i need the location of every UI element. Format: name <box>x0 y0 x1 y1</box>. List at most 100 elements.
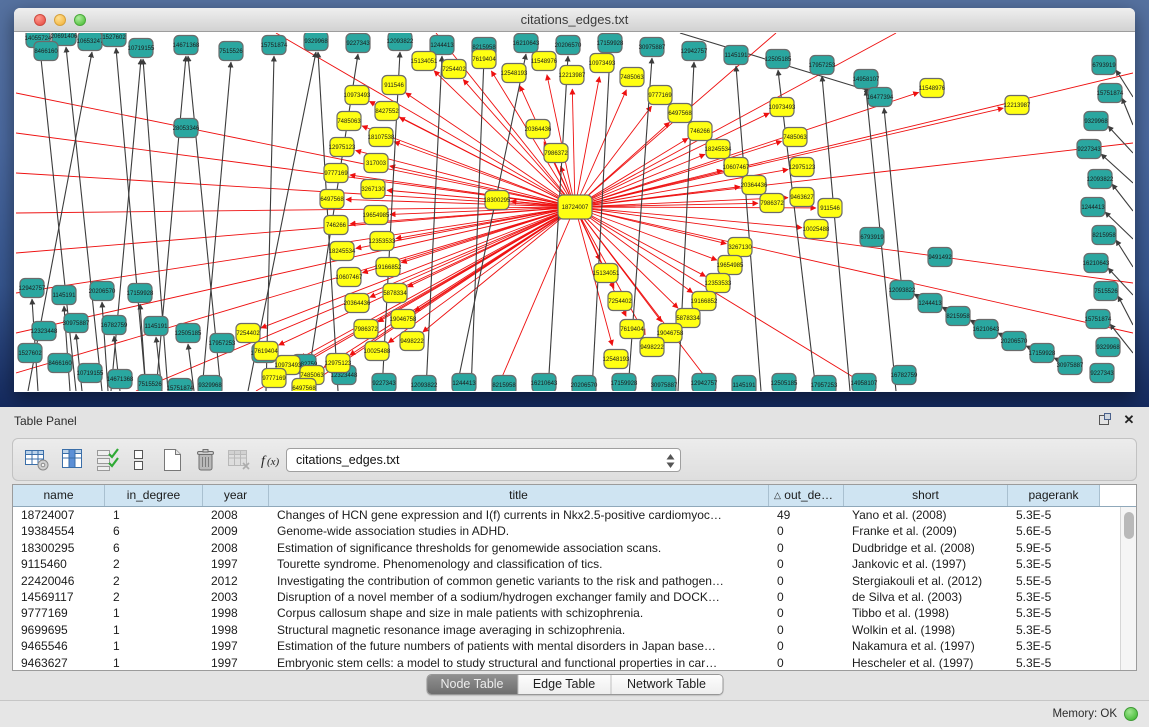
table-selector-value: citations_edges.txt <box>296 453 400 467</box>
close-panel-icon[interactable]: ✕ <box>1121 412 1137 428</box>
graph-node-label: 1145191 <box>53 293 77 299</box>
row-select-icon[interactable] <box>95 447 123 473</box>
float-panel-icon[interactable] <box>1097 412 1113 428</box>
graph-node-label: 20364436 <box>525 127 552 133</box>
graph-node-label: 5878334 <box>676 316 700 322</box>
sort-ascending-icon: △ <box>774 490 781 500</box>
table-settings-icon[interactable] <box>23 447 51 473</box>
table-body: 1872400712008Changes of HCN gene express… <box>13 507 1136 671</box>
table-row[interactable]: 1938455462009Genome-wide association stu… <box>13 523 1136 539</box>
graph-node-label: 9777169 <box>324 171 348 177</box>
graph-node-label: 9329968 <box>198 383 222 389</box>
graph-node-label: 20691406 <box>51 34 78 40</box>
graph-node-label: 15134051 <box>593 271 620 277</box>
graph-node-label: 12213987 <box>1004 103 1031 109</box>
graph-edge-black <box>266 56 274 391</box>
table-row[interactable]: 946362711997Embryonic stem cells: a mode… <box>13 655 1136 671</box>
column-header-name[interactable]: name <box>13 485 105 506</box>
graph-node-label: 12323448 <box>31 329 58 335</box>
cell-name: 22420046 <box>13 573 105 589</box>
column-header-pagerank[interactable]: pagerank <box>1008 485 1100 506</box>
table-row[interactable]: 969969511998Structural magnetic resonanc… <box>13 622 1136 638</box>
cell-short: de Silva et al. (2003) <box>844 589 1008 605</box>
graph-node-label: 12093822 <box>889 288 916 294</box>
graph-node-label: 8215958 <box>492 383 516 389</box>
graph-edge-red <box>572 89 575 207</box>
delete-table-icon[interactable] <box>193 447 221 473</box>
graph-node-label: 16782759 <box>101 323 128 329</box>
import-table-icon[interactable] <box>225 447 253 473</box>
cell-short: Yano et al. (2008) <box>844 507 1008 523</box>
graph-node-label: 317003 <box>366 161 387 167</box>
memory-ok-icon[interactable] <box>1124 707 1138 721</box>
table-row[interactable]: 1830029562008Estimation of significance … <box>13 540 1136 556</box>
tab-edge-table[interactable]: Edge Table <box>518 675 611 694</box>
column-header-title[interactable]: title <box>269 485 769 506</box>
graph-node-label: 9777169 <box>262 376 286 382</box>
table-row[interactable]: 1872400712008Changes of HCN gene express… <box>13 507 1136 523</box>
cell-pagerank: 5.3E-5 <box>1008 622 1100 638</box>
table-row[interactable]: 2242004622012Investigating the contribut… <box>13 573 1136 589</box>
graph-node-label: 20206570 <box>555 43 582 49</box>
table-row[interactable]: 1456911722003Disruption of a novel membe… <box>13 589 1136 605</box>
window-titlebar[interactable]: citations_edges.txt <box>14 8 1135 32</box>
memory-status-label: Memory: OK <box>1052 708 1117 720</box>
cell-out_de: 0 <box>769 605 844 621</box>
column-header-short[interactable]: short <box>844 485 1008 506</box>
graph-edge-black <box>116 48 146 391</box>
new-table-icon[interactable] <box>159 447 187 473</box>
cell-year: 1998 <box>203 622 269 638</box>
cell-in_degree: 1 <box>105 507 203 523</box>
graph-node-label: 20206570 <box>89 289 116 295</box>
graph-node-label: 18724007 <box>562 205 589 211</box>
graph-node-label: 7986372 <box>354 327 378 333</box>
merge-rows-icon[interactable] <box>129 447 157 473</box>
graph-edge-black <box>426 56 442 391</box>
graph-canvas[interactable]: 1405572420691406106532471527602846616010… <box>16 33 1133 391</box>
table-selector-dropdown[interactable]: citations_edges.txt <box>286 448 681 472</box>
network-view-window: citations_edges.txt 14055724206914061065… <box>14 8 1135 392</box>
graph-node-label: 19654985 <box>717 263 744 269</box>
cell-year: 2008 <box>203 507 269 523</box>
column-header-year[interactable]: year <box>203 485 269 506</box>
table-row[interactable]: 946554611997Estimation of the future num… <box>13 638 1136 654</box>
column-chooser-icon[interactable] <box>59 447 87 473</box>
cell-name: 9463627 <box>13 655 105 671</box>
graph-node-label: 9227343 <box>1090 371 1114 377</box>
column-header-in_degree[interactable]: in_degree <box>105 485 203 506</box>
graph-node-label: 14958107 <box>853 77 880 83</box>
graph-node-label: 9227343 <box>372 381 396 387</box>
scrollbar-thumb[interactable] <box>1124 512 1134 539</box>
cell-name: 19384554 <box>13 523 105 539</box>
cell-in_degree: 1 <box>105 605 203 621</box>
graph-node-label: 7986372 <box>544 151 568 157</box>
graph-node-label: 12505185 <box>771 381 798 387</box>
tab-node-table[interactable]: Node Table <box>427 675 518 694</box>
cell-in_degree: 1 <box>105 638 203 654</box>
graph-node-label: 30975887 <box>63 321 90 327</box>
graph-node-label: 17159928 <box>597 41 624 47</box>
cell-pagerank: 5.3E-5 <box>1008 589 1100 605</box>
cell-year: 2012 <box>203 573 269 589</box>
tab-network-table[interactable]: Network Table <box>611 675 722 694</box>
attribute-table: namein_degreeyeartitle△ out_de…shortpage… <box>12 484 1137 671</box>
graph-edge-red <box>575 207 726 244</box>
cell-name: 9115460 <box>13 556 105 572</box>
table-panel: Table Panel ✕ f(x) citations_edges.txt n… <box>0 407 1149 727</box>
graph-node-label: 1527602 <box>18 351 42 357</box>
graph-node-label: 17957253 <box>811 383 838 389</box>
table-row[interactable]: 911546021997Tourette syndrome. Phenomeno… <box>13 556 1136 572</box>
cell-in_degree: 2 <box>105 589 203 605</box>
graph-node-label: 10719155 <box>128 46 155 52</box>
graph-node-label: 19166852 <box>691 299 718 305</box>
cell-name: 18300295 <box>13 540 105 556</box>
graph-node-label: 911546 <box>384 83 404 89</box>
graph-node-label: 1145191 <box>733 383 757 389</box>
graph-node-label: 16210643 <box>1083 261 1110 267</box>
function-builder-icon[interactable]: f(x) <box>259 447 287 473</box>
table-row[interactable]: 977716911998Corpus callosum shape and si… <box>13 605 1136 621</box>
graph-edge-red <box>547 75 575 207</box>
graph-node-label: 14958107 <box>851 381 878 387</box>
table-vertical-scrollbar[interactable] <box>1120 507 1136 670</box>
column-header-out_de[interactable]: △ out_de… <box>769 485 844 506</box>
